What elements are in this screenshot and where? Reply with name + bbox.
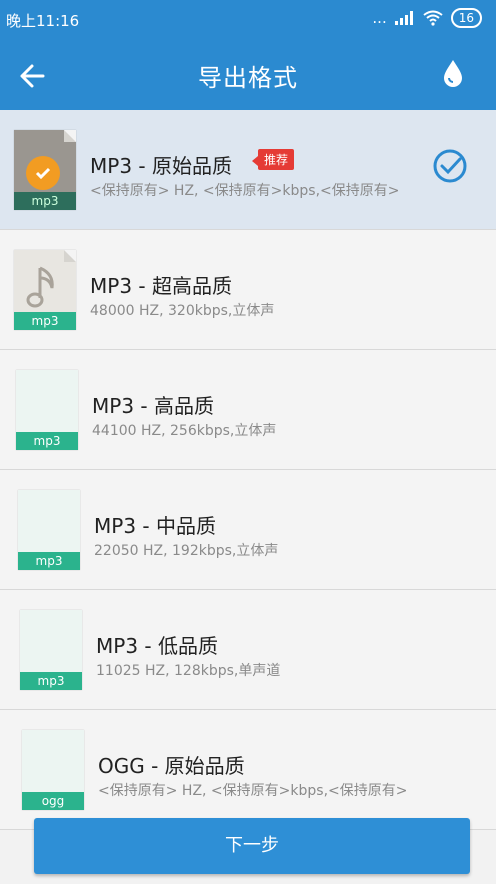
app-bar: 导出格式 xyxy=(0,38,496,110)
wifi-icon xyxy=(423,10,443,26)
format-row-mp3-mid[interactable]: mp3 MP3 - 中品质 22050 HZ, 192kbps,立体声 xyxy=(0,470,496,590)
format-row-ogg-original[interactable]: ogg OGG - 原始品质 <保持原有> HZ, <保持原有>kbps,<保持… xyxy=(0,710,496,830)
format-detail: 48000 HZ, 320kbps,立体声 xyxy=(90,303,275,319)
selected-badge-icon xyxy=(26,156,60,190)
format-title: MP3 - 中品质 xyxy=(94,514,216,538)
file-thumbnail: mp3 xyxy=(14,130,76,210)
file-ext-label: mp3 xyxy=(14,192,76,210)
recommend-badge: 推荐 xyxy=(251,149,295,170)
format-detail: 22050 HZ, 192kbps,立体声 xyxy=(94,543,279,559)
file-ext-label: ogg xyxy=(22,792,84,810)
file-ext-label: mp3 xyxy=(14,312,76,330)
format-list: mp3 MP3 - 原始品质 推荐 <保持原有> HZ, <保持原有>kbps,… xyxy=(0,110,496,830)
format-title: MP3 - 超高品质 xyxy=(90,274,232,298)
status-bar: 晚上11:16 ... 16 xyxy=(0,0,496,38)
file-thumbnail: ogg xyxy=(22,730,84,810)
water-drop-icon[interactable] xyxy=(442,58,464,88)
format-title: MP3 - 原始品质 xyxy=(90,154,232,178)
format-detail: <保持原有> HZ, <保持原有>kbps,<保持原有> xyxy=(98,783,408,799)
page-title: 导出格式 xyxy=(198,64,298,92)
status-icons: ... 16 xyxy=(372,8,482,28)
file-thumbnail: mp3 xyxy=(18,490,80,570)
format-detail: <保持原有> HZ, <保持原有>kbps,<保持原有> xyxy=(90,183,400,199)
signal-icon xyxy=(394,11,413,25)
battery-indicator: 16 xyxy=(450,8,482,28)
file-ext-label: mp3 xyxy=(16,432,78,450)
next-step-button[interactable]: 下一步 xyxy=(34,818,470,874)
check-circle-icon xyxy=(433,149,467,183)
format-row-mp3-original[interactable]: mp3 MP3 - 原始品质 推荐 <保持原有> HZ, <保持原有>kbps,… xyxy=(0,110,496,230)
format-title: MP3 - 低品质 xyxy=(96,634,218,658)
more-dots-icon: ... xyxy=(372,9,387,27)
file-thumbnail: mp3 xyxy=(14,250,76,330)
format-detail: 44100 HZ, 256kbps,立体声 xyxy=(92,423,277,439)
format-title: OGG - 原始品质 xyxy=(98,754,245,778)
format-title: MP3 - 高品质 xyxy=(92,394,214,418)
file-thumbnail: mp3 xyxy=(20,610,82,690)
format-detail: 11025 HZ, 128kbps,单声道 xyxy=(96,663,281,679)
file-thumbnail: mp3 xyxy=(16,370,78,450)
format-row-mp3-ultra[interactable]: mp3 MP3 - 超高品质 48000 HZ, 320kbps,立体声 xyxy=(0,230,496,350)
file-ext-label: mp3 xyxy=(20,672,82,690)
status-time: 晚上11:16 xyxy=(6,12,80,30)
format-row-mp3-high[interactable]: mp3 MP3 - 高品质 44100 HZ, 256kbps,立体声 xyxy=(0,350,496,470)
format-row-mp3-low[interactable]: mp3 MP3 - 低品质 11025 HZ, 128kbps,单声道 xyxy=(0,590,496,710)
file-ext-label: mp3 xyxy=(18,552,80,570)
music-note-icon xyxy=(26,266,54,308)
